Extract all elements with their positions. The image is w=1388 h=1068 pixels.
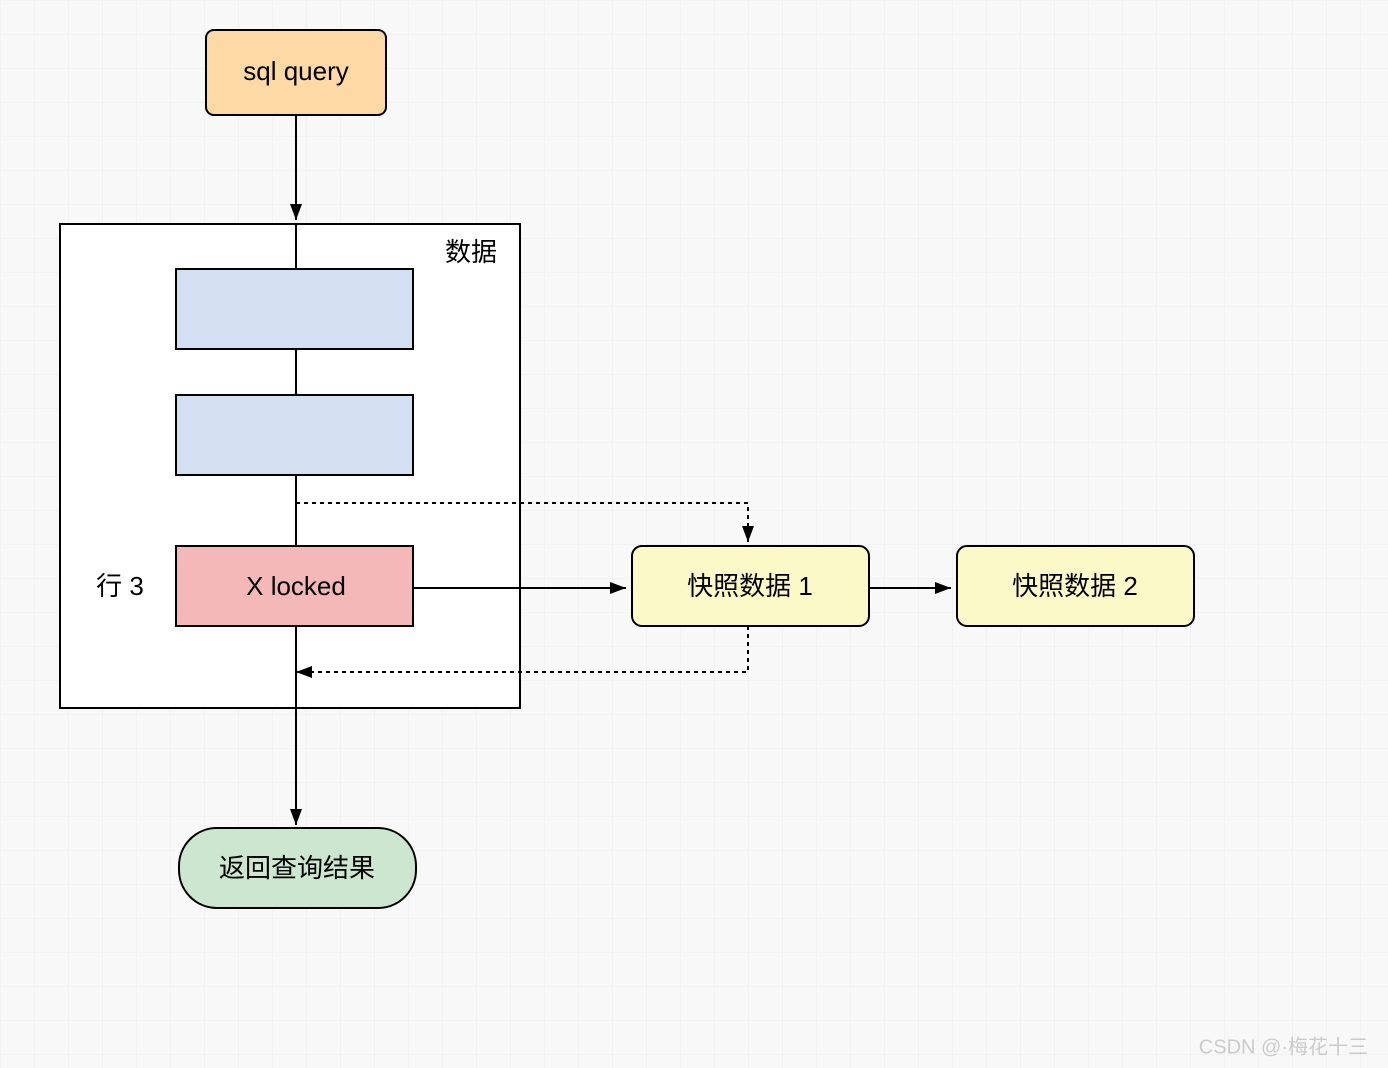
label-row3: 行 3 [96, 571, 144, 601]
label-x-locked: X locked [246, 571, 346, 601]
watermark-text: CSDN @·梅花十三 [1199, 1035, 1368, 1058]
label-snapshot2: 快照数据 2 [1012, 571, 1138, 601]
label-snapshot1: 快照数据 1 [687, 571, 813, 601]
label-result: 返回查询结果 [219, 853, 375, 883]
node-row-2 [176, 395, 413, 475]
label-data-container: 数据 [445, 237, 497, 267]
node-row-1 [176, 269, 413, 349]
label-sql-query: sql query [243, 56, 349, 86]
diagram-canvas: sql query 数据 行 3 X locked 快照数据 1 快照数据 2 … [0, 0, 1388, 1068]
